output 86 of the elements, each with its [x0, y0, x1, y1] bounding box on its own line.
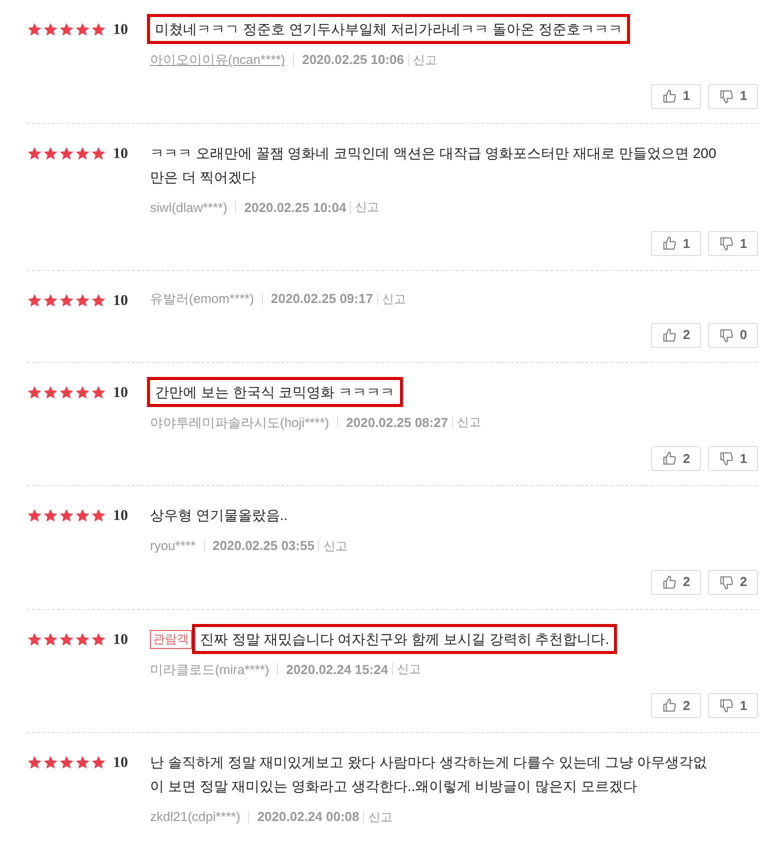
rating-score: 10 — [113, 508, 128, 524]
review-date: 2020.02.25 10:06 — [302, 51, 404, 69]
author-name: 미라클로드(mira****) — [150, 660, 270, 679]
review-text: 난 솔직하게 정말 재미있게보고 왔다 사람마다 생각하는게 다를수 있는데 그냥 아무생각없이 보면 정말 재미있는 영화라고 생각한다..왜이렇게 비방글이 많은지 모르겠다 — [150, 753, 708, 796]
dislike-button[interactable]: 1 — [708, 693, 758, 718]
star-icon — [59, 146, 74, 160]
like-button[interactable]: 2 — [651, 570, 701, 594]
star-icon — [27, 384, 42, 400]
thumbs-down-icon — [718, 698, 734, 713]
thumbs-down-icon — [718, 88, 734, 104]
like-button[interactable]: 2 — [651, 322, 701, 348]
author-name: 야야투레미파솔라시도(hoji****) — [150, 414, 330, 432]
review-date: 2020.02.25 08:27 — [346, 414, 448, 432]
dislike-button[interactable]: 0 — [708, 322, 758, 348]
dislike-button[interactable]: 1 — [708, 84, 758, 108]
star-icon — [43, 146, 58, 160]
star-icon — [59, 632, 74, 646]
star-icon — [59, 384, 74, 400]
thumbs-down-icon — [718, 574, 734, 590]
rating-score: 10 — [113, 293, 128, 309]
star-icon — [91, 632, 106, 646]
dislike-button[interactable]: 1 — [708, 231, 758, 256]
star-icon — [91, 384, 106, 400]
review-text: 진짜 정말 재밌습니다 여자친구와 함께 보시길 강력히 추천합니다. — [192, 624, 618, 654]
star-icon — [75, 146, 90, 160]
review-date: 2020.02.24 00:08 — [257, 808, 360, 826]
star-icon — [27, 22, 42, 37]
star-icon — [43, 632, 58, 646]
review-date: 2020.02.24 15:24 — [286, 660, 388, 678]
dislike-button[interactable]: 2 — [708, 570, 758, 594]
rating-score: 10 — [113, 632, 128, 648]
star-icon — [75, 755, 90, 770]
like-button[interactable]: 1 — [651, 231, 701, 256]
author-name: ryou**** — [150, 537, 196, 555]
star-icon — [91, 755, 106, 770]
review-text: 미쳤네ㅋㅋㄱ 정준호 연기두사부일체 저리가라네ㅋㅋ 돌아온 정준호ㅋㅋㅋ — [147, 14, 630, 44]
rating-score: 10 — [113, 22, 128, 38]
thumbs-down-icon — [718, 451, 734, 466]
star-icon — [59, 508, 74, 523]
thumbs-up-icon — [662, 451, 677, 466]
star-icon — [75, 22, 90, 37]
like-button[interactable]: 1 — [651, 84, 701, 108]
thumbs-down-icon — [718, 236, 734, 251]
star-icon — [27, 755, 42, 770]
author-name: 유발러(emom****) — [150, 290, 254, 308]
dislike-button[interactable]: 1 — [708, 446, 758, 471]
star-icon — [91, 508, 106, 523]
thumbs-up-icon — [662, 574, 677, 590]
star-icon — [75, 632, 90, 646]
author-name: zkdl21(cdpi****) — [150, 808, 240, 826]
rating-score: 10 — [113, 384, 128, 400]
star-icon — [27, 146, 42, 160]
like-button[interactable]: 2 — [651, 446, 701, 471]
star-icon — [59, 22, 74, 37]
star-icon — [75, 384, 90, 400]
review-text: ㅋㅋㅋ 오래만에 꿀잼 영화네 코믹인데 액션은 대작급 영화포스터만 재대로 만들었으면 200만은 더 찍어겠다 — [150, 144, 718, 186]
thumbs-up-icon — [662, 88, 677, 104]
star-icon — [43, 293, 58, 308]
rating-score: 10 — [113, 146, 128, 162]
star-icon — [75, 293, 90, 308]
star-icon — [27, 508, 42, 523]
star-icon — [59, 293, 74, 308]
like-button[interactable]: 2 — [651, 693, 701, 718]
viewer-badge: 관람객 — [150, 630, 192, 648]
thumbs-down-icon — [718, 328, 734, 342]
star-icon — [91, 22, 106, 37]
star-icon — [91, 293, 106, 308]
star-icon — [43, 384, 58, 400]
star-icon — [75, 508, 90, 523]
star-icon — [43, 508, 58, 523]
review-text: 간만에 보는 한국식 코믹영화 ㅋㅋㅋㅋ — [147, 376, 403, 406]
star-icon — [27, 293, 42, 308]
author-name: siwl(dlaw****) — [150, 198, 228, 217]
thumbs-up-icon — [662, 328, 677, 342]
star-icon — [59, 755, 74, 770]
rating-score: 10 — [113, 755, 128, 771]
star-icon — [43, 755, 58, 770]
review-date: 2020.02.25 03:55 — [212, 537, 314, 555]
thumbs-up-icon — [662, 698, 677, 713]
thumbs-up-icon — [662, 236, 677, 251]
star-icon — [27, 632, 42, 646]
review-text: 상우형 연기물올랐음.. — [150, 506, 288, 525]
review-date: 2020.02.25 10:04 — [244, 198, 346, 216]
star-icon — [43, 22, 58, 37]
star-icon — [91, 146, 106, 160]
review-date: 2020.02.25 09:17 — [271, 290, 373, 308]
